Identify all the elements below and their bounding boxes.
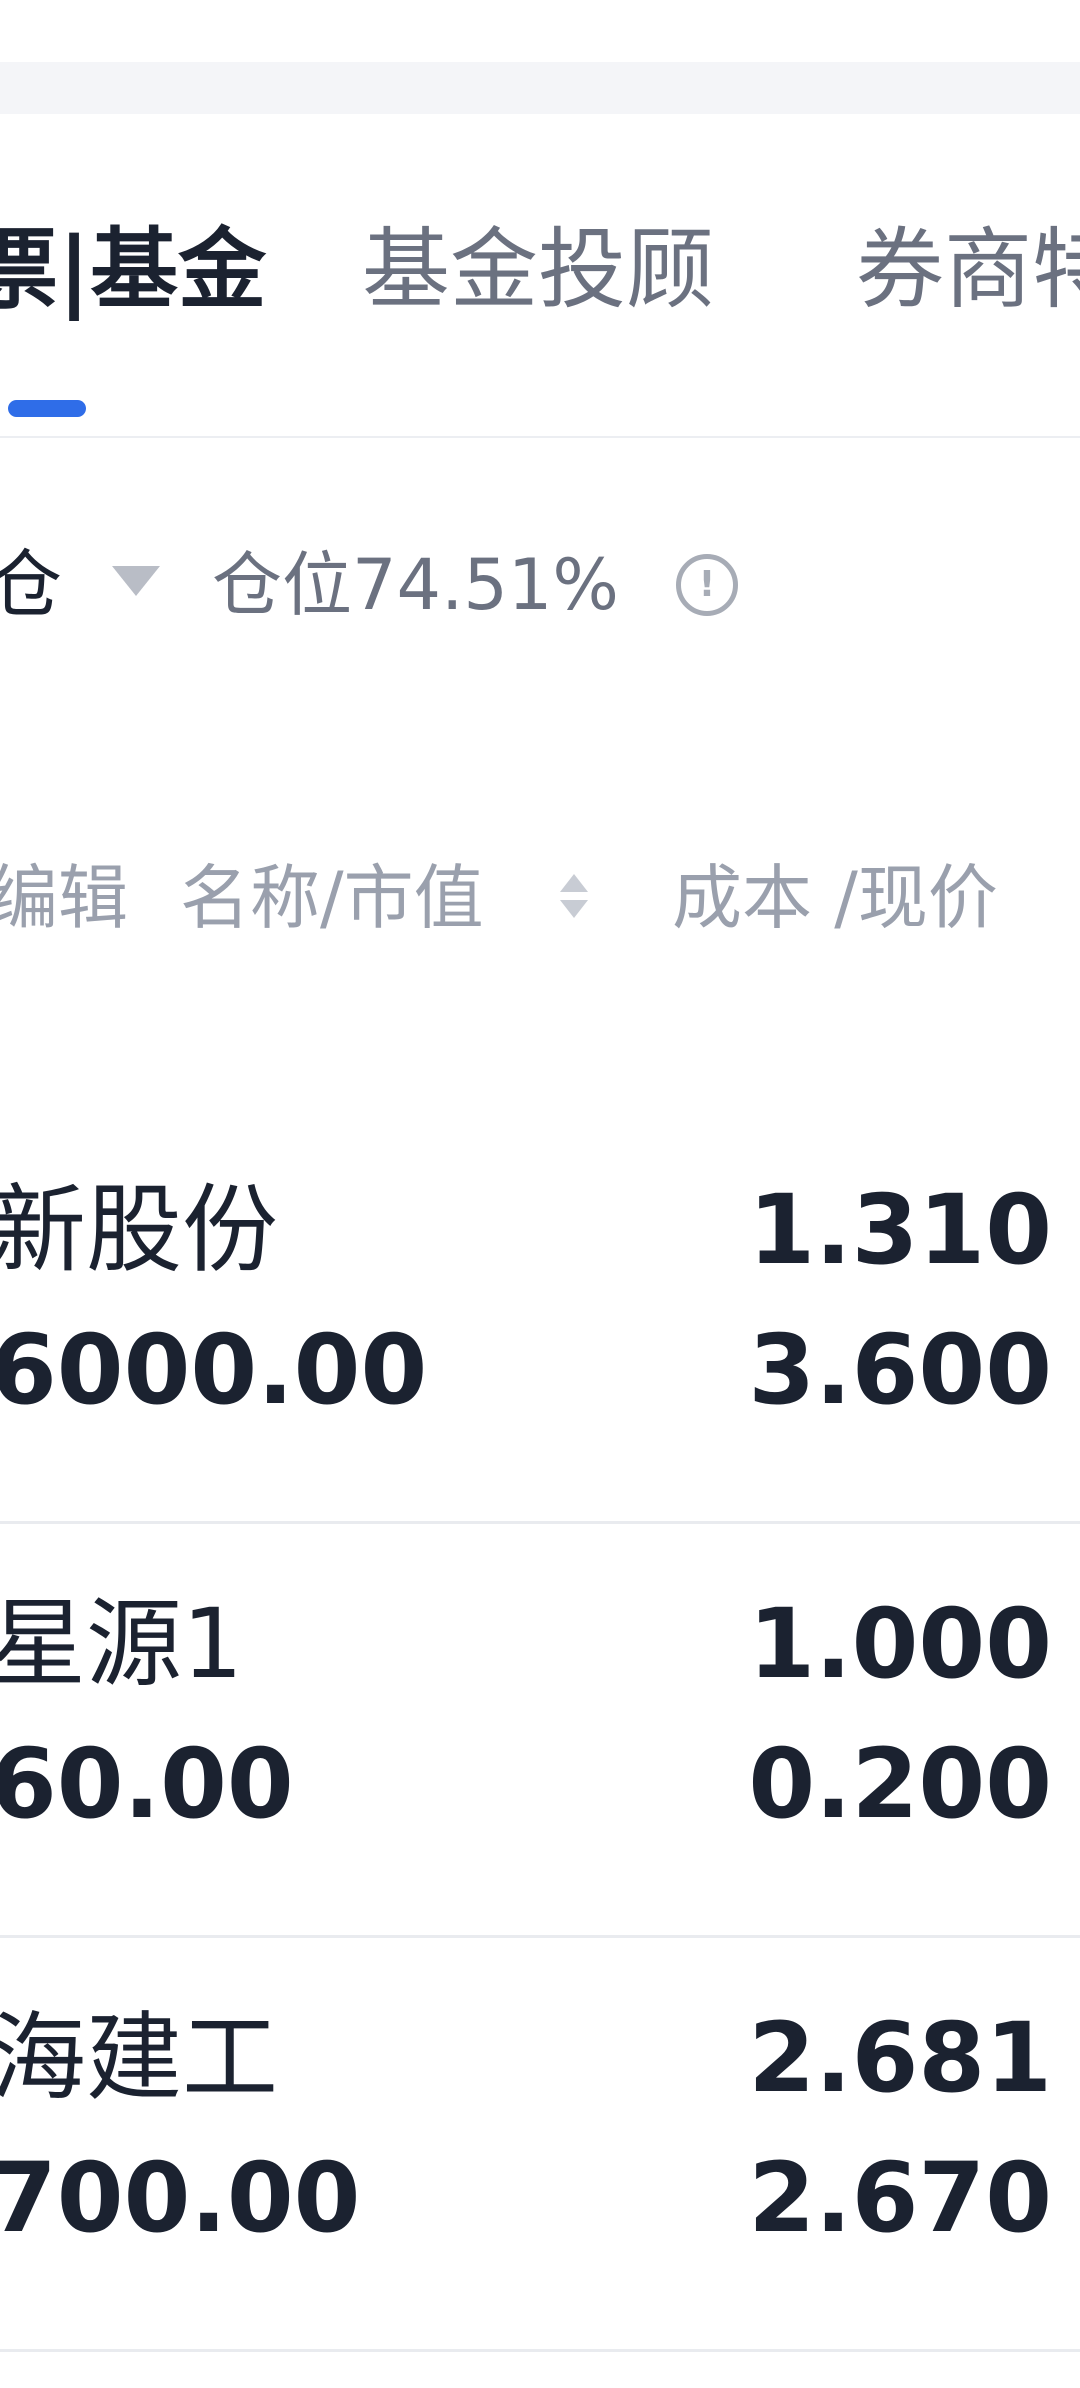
info-icon[interactable]: ! [676, 554, 738, 616]
tabs-divider [0, 436, 1080, 438]
tab-fund-advisory[interactable]: 基金投顾 [362, 210, 714, 330]
column-header-cost-price: 成本 /现价 [672, 857, 998, 939]
holding-name: 海建工 [0, 2002, 278, 2114]
position-ratio-text: 仓位74.51% [212, 544, 619, 626]
active-tab-indicator [8, 400, 86, 417]
tab-broker-special[interactable]: 券商特 [856, 210, 1080, 330]
holdings-summary-bar: 仓 仓位74.51% ! [0, 540, 1080, 630]
holding-row[interactable]: 星源1 60.00 1.000 0.200 [0, 1524, 1080, 1938]
sort-icon[interactable] [556, 870, 592, 930]
tab-stocks-funds[interactable]: 票|基金 [0, 210, 266, 330]
holding-price: 2.670 [748, 2142, 1052, 2254]
holding-market-value: 60.00 [0, 1728, 294, 1840]
holding-cost: 2.681 [748, 2002, 1052, 2114]
tab-bar: 票|基金 基金投顾 券商特 [0, 210, 1080, 340]
holding-market-value: 700.00 [0, 2142, 361, 2254]
edit-button[interactable]: 编辑 [0, 848, 128, 948]
holding-cost: 1.310 [748, 1174, 1052, 1286]
holding-market-value: 6000.00 [0, 1314, 428, 1426]
caret-down-icon[interactable] [112, 566, 160, 596]
holding-cost: 1.000 [748, 1588, 1052, 1700]
holding-price: 0.200 [748, 1728, 1052, 1840]
column-header-name-value[interactable]: 名称/市值 [180, 848, 484, 948]
holding-row[interactable]: 海建工 700.00 2.681 2.670 [0, 1938, 1080, 2352]
holding-name: 星源1 [0, 1588, 244, 1700]
sort-down-icon [560, 900, 588, 918]
holdings-filter-dropdown[interactable]: 仓 [0, 540, 62, 630]
holdings-page: 票|基金 基金投顾 券商特 仓 仓位74.51% ! 编辑 名称/市值 成本 /… [0, 0, 1080, 2388]
holding-name: 新股份 [0, 1174, 278, 1286]
holding-row[interactable]: 新股份 6000.00 1.310 3.600 [0, 1110, 1080, 1524]
holdings-list: 新股份 6000.00 1.310 3.600 星源1 60.00 1.000 … [0, 1110, 1080, 2352]
holdings-table-header: 编辑 名称/市值 成本 /现价 [0, 848, 1080, 948]
sort-up-icon [560, 874, 588, 892]
top-band [0, 62, 1080, 114]
holding-price: 3.600 [748, 1314, 1052, 1426]
